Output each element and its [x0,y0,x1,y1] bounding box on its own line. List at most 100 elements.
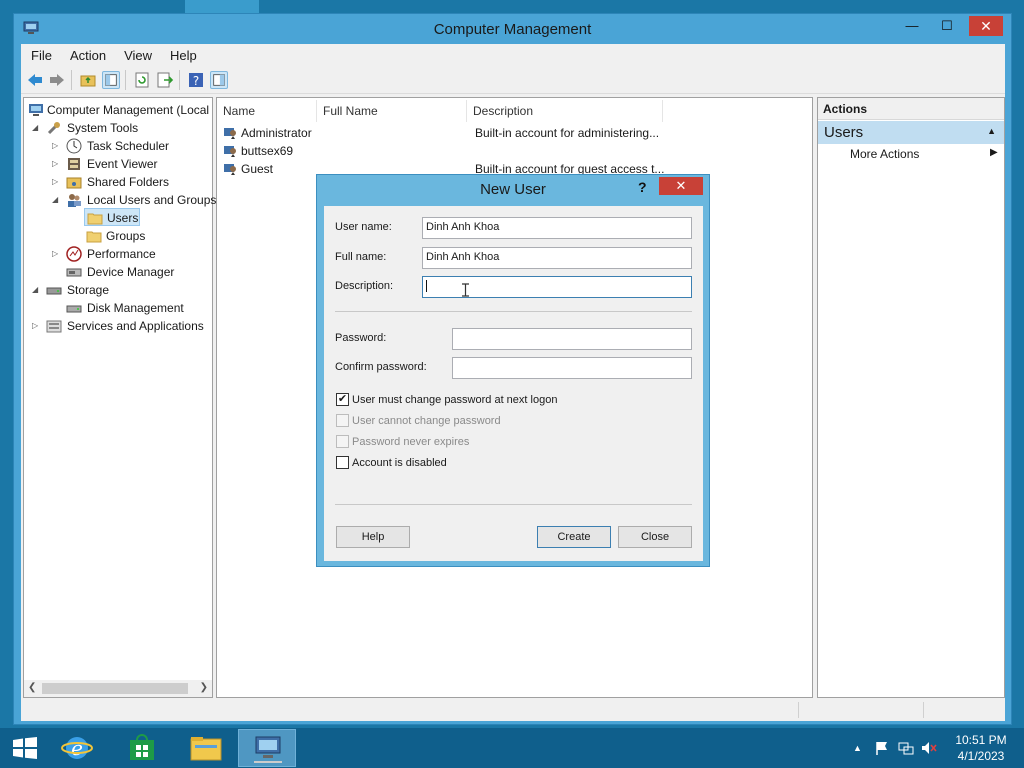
volume-muted-icon[interactable] [921,740,937,756]
storage-icon [46,287,62,295]
i-beam-cursor-icon [462,283,469,297]
expand-arrow-icon[interactable]: ▷ [52,155,60,173]
expand-arrow-icon[interactable]: ▷ [52,173,60,191]
window-title: Computer Management [433,21,592,38]
user-account-icon [224,146,236,157]
create-button[interactable]: Create [537,526,611,548]
tree-item-storage[interactable]: ◢ Storage [32,281,212,299]
table-row[interactable]: buttsex69 [219,142,809,160]
toolbar-separator [125,70,126,90]
tree-item-groups[interactable]: Groups [86,227,212,245]
forward-arrow-icon[interactable] [48,71,66,89]
expand-arrow-icon[interactable]: ▷ [52,137,60,155]
password-never-expires-checkbox [336,435,349,448]
actions-section-users[interactable]: Users ▲ [818,121,1004,144]
menu-view[interactable]: View [114,44,160,63]
description-label: Description: [335,280,394,292]
tree-item-local-users-and-groups[interactable]: ◢ Local Users and Groups [52,191,216,209]
actions-header: Actions [818,98,1004,120]
account-disabled-checkbox[interactable] [336,456,349,469]
dialog-body: User name: Dinh Anh Khoa Full name: Dinh… [324,206,703,561]
users-icon [68,194,81,207]
user-account-icon [224,164,236,175]
help-icon[interactable]: ? [187,71,205,89]
submenu-arrow-icon: ▶ [990,147,998,158]
dialog-title: New User [480,181,546,198]
column-header-full-name[interactable]: Full Name [317,100,467,122]
collapse-section-icon[interactable]: ▲ [987,126,996,136]
title-bar[interactable]: Computer Management — ☐ ✕ [14,14,1011,44]
network-icon[interactable] [898,740,914,756]
internet-explorer-button[interactable]: e [48,729,106,767]
file-explorer-button[interactable] [177,729,235,767]
new-user-dialog: New User ? ✕ User name: Dinh Anh Khoa Fu… [316,174,710,567]
actions-pane: Actions Users ▲ More Actions ▶ [817,97,1005,698]
tree-item-task-scheduler[interactable]: ▷ Task Scheduler [52,137,212,155]
computer-management-taskbar-button[interactable] [238,729,296,767]
tree-item-users[interactable]: Users [84,208,140,226]
export-list-icon[interactable] [156,71,174,89]
menu-help[interactable]: Help [160,44,205,63]
refresh-icon[interactable] [133,71,151,89]
tree-horizontal-scrollbar[interactable]: ❮ ❯ [24,680,212,697]
show-hide-tree-icon[interactable] [102,71,120,89]
menu-file[interactable]: File [21,44,60,63]
column-header-name[interactable]: Name [217,100,317,122]
maximize-button[interactable]: ☐ [934,16,960,36]
svg-text:e: e [71,736,83,760]
back-arrow-icon[interactable] [26,71,44,89]
clock-time: 10:51 PM [955,733,1007,747]
fullname-label: Full name: [335,251,387,263]
scrollbar-thumb[interactable] [42,683,188,694]
tree-item-computer-management[interactable]: Computer Management (Local [28,101,212,119]
tree-item-shared-folders[interactable]: ▷ Shared Folders [52,173,212,191]
status-bar [21,699,1005,721]
column-header-description[interactable]: Description [467,100,663,122]
clock[interactable]: 10:51 PM 4/1/2023 [944,732,1018,764]
tree-item-services-and-applications[interactable]: ▷ Services and Applications [32,317,212,335]
password-field[interactable] [452,328,692,350]
tree-item-performance[interactable]: ▷ Performance [52,245,212,263]
fullname-field[interactable]: Dinh Anh Khoa [422,247,692,269]
scroll-right-icon[interactable]: ❯ [200,682,208,693]
store-button[interactable] [113,729,171,767]
desktop-window-edge [185,0,259,13]
help-button[interactable]: Help [336,526,410,548]
table-row[interactable]: Administrator Built-in account for admin… [219,124,809,142]
username-field[interactable]: Dinh Anh Khoa [422,217,692,239]
collapse-arrow-icon[interactable]: ◢ [32,281,40,299]
toolbar-separator [179,70,180,90]
more-actions-item[interactable]: More Actions ▶ [850,147,1000,161]
windows-start-icon[interactable] [12,737,38,759]
expand-arrow-icon[interactable]: ▷ [32,317,40,335]
close-button[interactable]: ✕ [969,16,1003,36]
separator [335,311,692,312]
dialog-close-button[interactable]: ✕ [659,177,703,195]
dialog-help-icon[interactable]: ? [638,179,647,195]
cannot-change-password-checkbox [336,414,349,427]
confirm-password-label: Confirm password: [335,361,427,373]
show-hidden-icons-icon[interactable]: ▲ [853,743,862,753]
tree-item-device-manager[interactable]: Device Manager [66,263,212,281]
tree-item-disk-management[interactable]: Disk Management [66,299,212,317]
menu-action[interactable]: Action [60,44,114,63]
show-hide-action-pane-icon[interactable] [210,71,228,89]
device-manager-icon [66,268,82,277]
confirm-password-field[interactable] [452,357,692,379]
internet-explorer-icon: e [61,736,93,760]
up-folder-icon[interactable] [79,71,97,89]
tree-item-event-viewer[interactable]: ▷ Event Viewer [52,155,212,173]
minimize-button[interactable]: — [899,16,925,36]
menu-bar: File Action View Help [21,44,1005,66]
collapse-arrow-icon[interactable]: ◢ [52,191,60,209]
scroll-left-icon[interactable]: ❮ [28,682,36,693]
event-viewer-icon [68,158,80,170]
tree-item-system-tools[interactable]: ◢ System Tools [32,119,212,137]
action-center-flag-icon[interactable] [874,740,890,756]
collapse-arrow-icon[interactable]: ◢ [32,119,40,137]
must-change-password-checkbox[interactable]: ✔ [336,393,349,406]
close-dialog-button[interactable]: Close [618,526,692,548]
computer-management-taskbar-icon [254,736,282,763]
username-label: User name: [335,221,392,233]
expand-arrow-icon[interactable]: ▷ [52,245,60,263]
